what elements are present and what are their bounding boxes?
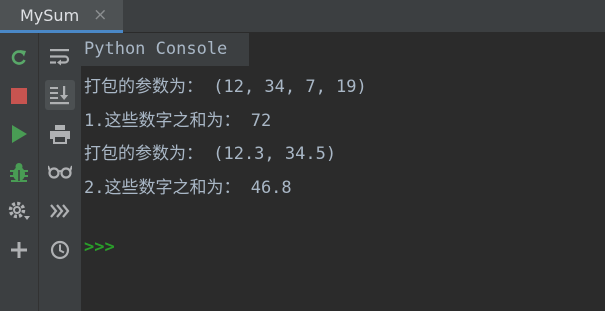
- python-console-window: MySum × Python Console 打包的参数为： (12, 34, …: [0, 0, 605, 311]
- console-options-toolbar: [38, 33, 81, 311]
- print-button[interactable]: [45, 119, 75, 149]
- scroll-to-end-icon: [50, 86, 69, 105]
- glasses-icon: [48, 165, 72, 179]
- run-icon: [12, 125, 27, 143]
- close-icon[interactable]: ×: [93, 6, 107, 24]
- stop-button[interactable]: [4, 81, 34, 111]
- console-line: 打包的参数为： (12, 34, 7, 19): [84, 77, 367, 97]
- add-icon: [11, 242, 27, 258]
- execute-button[interactable]: [45, 196, 75, 226]
- console-output[interactable]: Python Console 打包的参数为： (12, 34, 7, 19) 1…: [81, 33, 605, 311]
- console-prompt[interactable]: >>>: [84, 237, 115, 257]
- rerun-button[interactable]: [4, 43, 34, 73]
- console-line: 2.这些数字之和为： 46.8: [84, 178, 292, 198]
- console-line: 打包的参数为： (12.3, 34.5): [84, 144, 337, 164]
- soft-wrap-button[interactable]: [45, 42, 75, 72]
- history-icon: [50, 240, 70, 260]
- history-button[interactable]: [45, 235, 75, 265]
- print-icon: [50, 125, 70, 144]
- settings-button[interactable]: [4, 196, 34, 226]
- console-title: Python Console: [81, 33, 249, 66]
- debug-button[interactable]: [4, 157, 34, 187]
- rerun-icon: [11, 50, 26, 65]
- tab-title: MySum: [20, 5, 80, 25]
- scroll-to-end-button[interactable]: [45, 80, 75, 110]
- add-button[interactable]: [4, 235, 34, 265]
- tab-mysum[interactable]: MySum ×: [0, 0, 123, 33]
- settings-icon: [8, 201, 30, 220]
- stop-icon: [11, 88, 27, 104]
- run-button[interactable]: [4, 119, 34, 149]
- console-line: 1.这些数字之和为： 72: [84, 111, 272, 131]
- debug-icon: [10, 163, 28, 182]
- console-actions-toolbar: [0, 33, 38, 311]
- show-variables-button[interactable]: [45, 157, 75, 187]
- execute-icon: [50, 204, 70, 218]
- soft-wrap-icon: [50, 49, 70, 66]
- editor-tab-bar: MySum ×: [0, 0, 605, 33]
